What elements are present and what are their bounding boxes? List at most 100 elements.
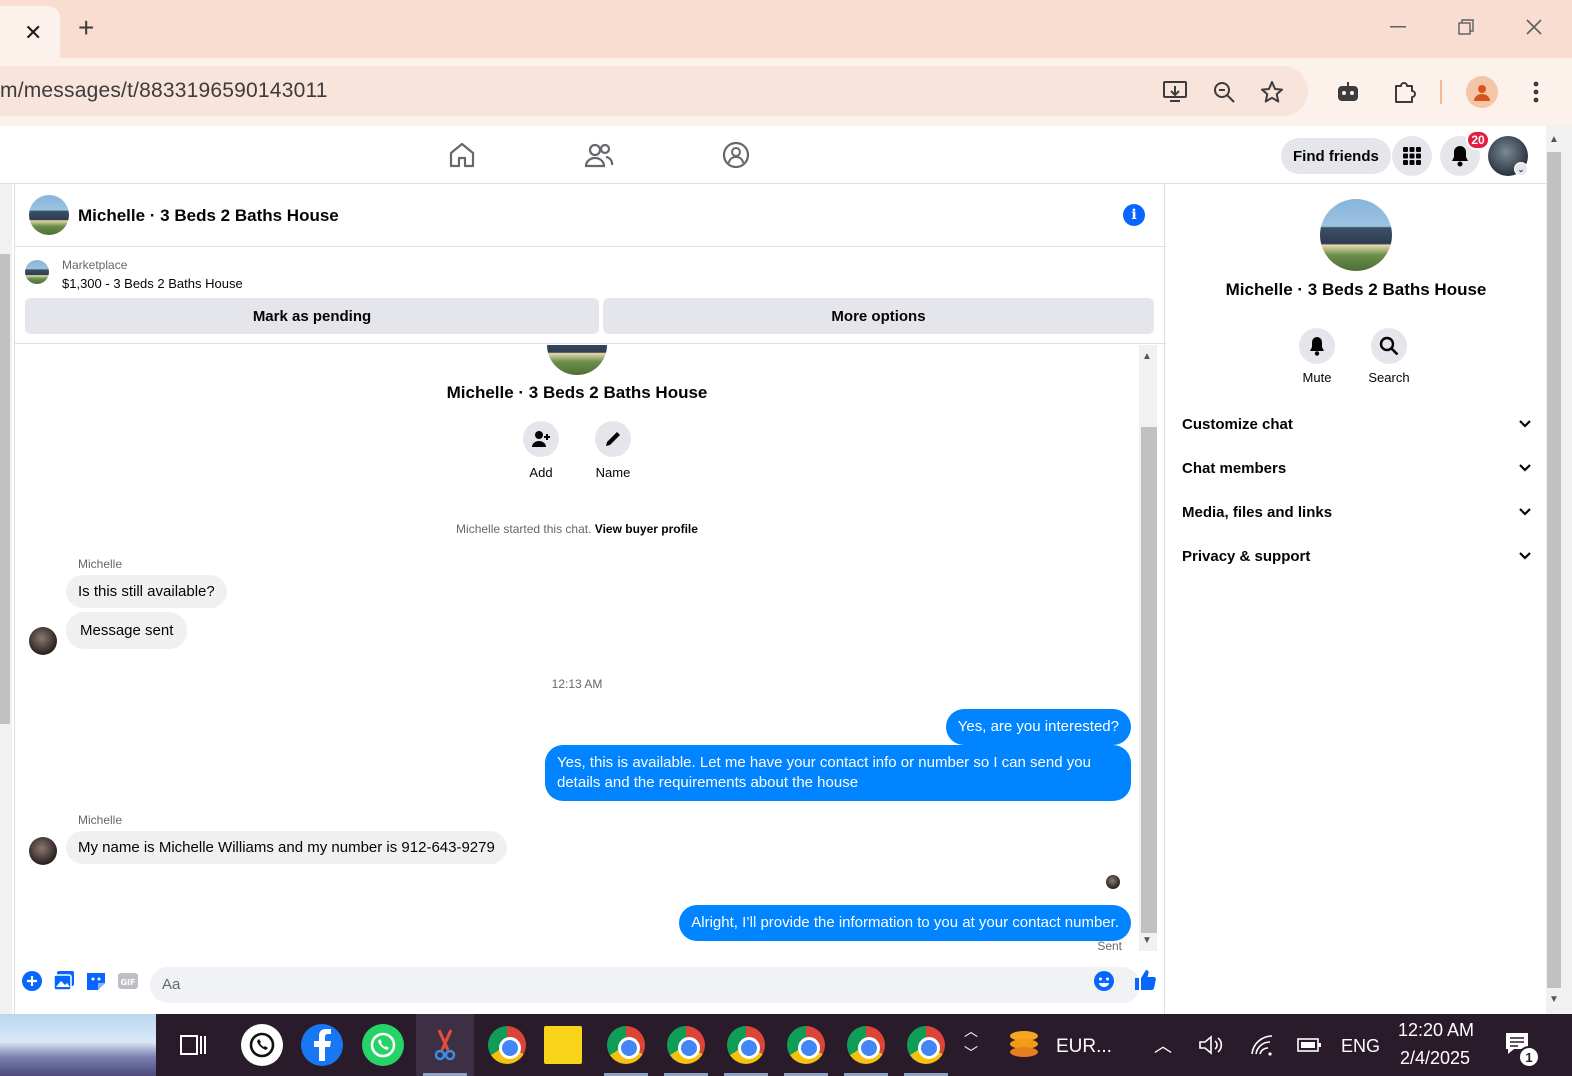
mark-as-pending-button[interactable]: Mark as pending <box>25 298 599 334</box>
snipping-tool-icon[interactable] <box>424 1024 466 1066</box>
close-tab-icon[interactable]: ✕ <box>24 20 42 46</box>
thread-scroll-up-icon[interactable]: ▲ <box>1142 351 1152 362</box>
search-action[interactable]: Search <box>1359 328 1419 385</box>
clock-time[interactable]: 12:20 AM <box>1398 1020 1474 1041</box>
sent-status: Sent <box>1097 939 1122 951</box>
wifi-icon[interactable] <box>1250 1034 1274 1061</box>
thread-scrollbar[interactable]: ▲ ▼ <box>1139 345 1157 951</box>
info-avatar[interactable] <box>1320 199 1392 271</box>
view-buyer-profile-link[interactable]: View buyer profile <box>595 522 698 536</box>
weather-text[interactable]: EUR... <box>1056 1036 1112 1058</box>
url-text[interactable]: m/messages/t/8833196590143011 <box>0 79 328 103</box>
gif-icon[interactable]: GIF <box>117 970 139 992</box>
sender-avatar[interactable] <box>29 837 57 865</box>
browser-menu-icon[interactable] <box>1518 74 1554 110</box>
emoji-icon[interactable] <box>1093 970 1115 992</box>
incoming-message[interactable]: My name is Michelle Williams and my numb… <box>66 831 507 864</box>
address-bar[interactable]: m/messages/t/8833196590143011 <box>0 66 1308 116</box>
more-actions-plus-icon[interactable] <box>21 970 43 992</box>
facebook-app-icon[interactable] <box>301 1024 343 1066</box>
thread-title: Michelle · 3 Beds 2 Baths House <box>446 383 708 402</box>
zoom-icon[interactable] <box>1206 74 1242 110</box>
chat-members-section[interactable]: Chat members <box>1182 448 1532 488</box>
bookmark-star-icon[interactable] <box>1254 74 1290 110</box>
listing-thumbnail[interactable] <box>25 260 49 284</box>
sticker-icon[interactable] <box>85 970 107 992</box>
left-panel-scrollbar[interactable] <box>0 184 12 1014</box>
assistant-robot-icon[interactable] <box>1330 74 1366 110</box>
chat-panel: Michelle · 3 Beds 2 Baths House i Market… <box>14 184 1166 1014</box>
find-friends-button[interactable]: Find friends <box>1281 138 1391 174</box>
name-label: Name <box>595 465 631 480</box>
page-scroll-thumb[interactable] <box>1547 152 1561 988</box>
mute-bell-icon[interactable] <box>1299 328 1335 364</box>
sticky-notes-icon[interactable] <box>544 1026 582 1064</box>
sender-avatar[interactable] <box>29 627 57 655</box>
scroll-up-arrow-icon[interactable]: ▲ <box>1549 134 1559 145</box>
chrome-profile-6-icon[interactable] <box>847 1026 885 1064</box>
media-files-links-section[interactable]: Media, files and links <box>1182 492 1532 532</box>
section-label: Customize chat <box>1182 415 1293 433</box>
minimize-icon[interactable] <box>1378 12 1418 42</box>
chrome-profile-2-icon[interactable] <box>607 1026 645 1064</box>
active-tab[interactable]: ✕ <box>0 6 60 58</box>
more-options-button[interactable]: More options <box>603 298 1154 334</box>
menu-grid-icon[interactable] <box>1392 136 1432 176</box>
install-app-icon[interactable] <box>1158 74 1194 110</box>
chat-title[interactable]: Michelle · 3 Beds 2 Baths House <box>78 206 339 226</box>
name-chat-action[interactable]: Name <box>583 421 643 480</box>
mute-action[interactable]: Mute <box>1287 328 1347 385</box>
thread-scroll-down-icon[interactable]: ▼ <box>1142 935 1152 946</box>
chrome-profile-4-icon[interactable] <box>727 1026 765 1064</box>
weather-coins-icon[interactable] <box>1004 1026 1044 1064</box>
account-chevron-icon[interactable]: ⌄ <box>1514 162 1528 176</box>
friends-icon[interactable] <box>584 140 614 170</box>
scroll-down-arrow-icon[interactable]: ▼ <box>1549 994 1559 1005</box>
chrome-profile-5-icon[interactable] <box>787 1026 825 1064</box>
listing-title[interactable]: $1,300 - 3 Beds 2 Baths House <box>62 276 243 291</box>
outgoing-message[interactable]: Yes, are you interested? <box>945 709 1131 745</box>
clock-date[interactable]: 2/4/2025 <box>1400 1048 1470 1069</box>
whatsapp-app-icon[interactable] <box>362 1024 404 1066</box>
battery-icon[interactable] <box>1294 1034 1322 1061</box>
incoming-message[interactable]: Is this still available? <box>66 575 227 608</box>
like-thumb-icon[interactable] <box>1132 967 1158 993</box>
chat-started-notice: Michelle started this chat. View buyer p… <box>15 522 1139 536</box>
volume-icon[interactable] <box>1198 1034 1224 1061</box>
message-composer: GIF Aa <box>15 951 1166 1014</box>
taskbar-overflow-arrows-icon[interactable]: ︿ ﹀ <box>958 1020 984 1070</box>
start-button-wallpaper[interactable] <box>0 1014 156 1076</box>
privacy-support-section[interactable]: Privacy & support <box>1182 536 1532 576</box>
outgoing-message[interactable]: Alright, I’ll provide the information to… <box>679 905 1131 941</box>
chat-avatar[interactable] <box>29 195 69 235</box>
add-people-action[interactable]: Add <box>511 421 571 480</box>
customize-chat-section[interactable]: Customize chat <box>1182 404 1532 444</box>
task-view-icon[interactable] <box>172 1024 214 1066</box>
groups-icon[interactable] <box>721 140 751 170</box>
close-window-icon[interactable] <box>1514 12 1554 42</box>
incoming-message[interactable]: Message sent <box>66 612 188 649</box>
attach-photo-icon[interactable] <box>53 970 75 992</box>
language-indicator[interactable]: ENG <box>1341 1036 1380 1057</box>
page-scrollbar[interactable]: ▲ ▼ <box>1546 126 1572 1014</box>
chrome-profile-3-icon[interactable] <box>667 1026 705 1064</box>
pencil-icon[interactable] <box>595 421 631 457</box>
info-title: Michelle · 3 Beds 2 Baths House <box>1225 280 1487 299</box>
chrome-profile-7-icon[interactable] <box>907 1026 945 1064</box>
show-hidden-icons-chevron-icon[interactable]: ︿ <box>1154 1032 1172 1058</box>
whatsapp-web-icon[interactable] <box>241 1024 283 1066</box>
search-icon[interactable] <box>1371 328 1407 364</box>
chrome-profile-1-icon[interactable] <box>488 1026 526 1064</box>
restore-icon[interactable] <box>1446 12 1486 42</box>
browser-profile-icon[interactable] <box>1466 76 1498 108</box>
extensions-puzzle-icon[interactable] <box>1386 74 1422 110</box>
chevron-down-icon <box>1519 552 1531 560</box>
home-icon[interactable] <box>447 140 477 170</box>
left-scroll-thumb[interactable] <box>0 254 10 724</box>
thread-scroll-thumb[interactable] <box>1141 427 1157 933</box>
outgoing-message[interactable]: Yes, this is available. Let me have your… <box>545 745 1131 801</box>
add-person-icon[interactable] <box>523 421 559 457</box>
new-tab-icon[interactable]: + <box>78 12 94 44</box>
message-input[interactable]: Aa <box>150 967 1140 1003</box>
conversation-info-icon[interactable]: i <box>1123 204 1145 226</box>
